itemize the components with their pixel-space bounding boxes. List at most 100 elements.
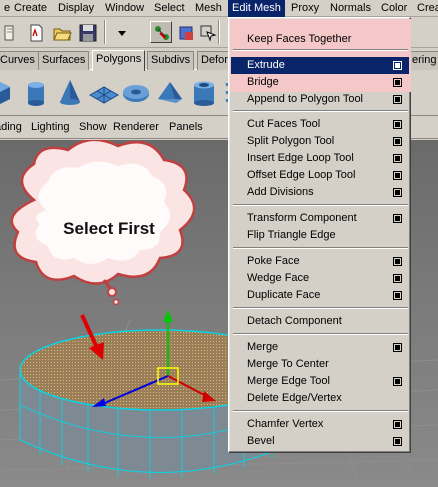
menu-item-wedge-face[interactable]: Wedge Face [231,270,409,287]
option-box-icon[interactable] [393,274,402,283]
menu-item-poke-face[interactable]: Poke Face [231,253,409,270]
poly-torus-icon[interactable] [120,77,152,109]
edit-mesh-menu: Keep Faces Together Extrude Bridge Append t… [228,17,411,453]
option-box-icon[interactable] [393,437,402,446]
menu-item-label: Delete Edge/Vertex [247,392,342,404]
select-by-component-icon[interactable] [196,21,218,43]
option-box-icon[interactable] [393,137,402,146]
panel-menu-renderer[interactable]: Renderer [113,121,159,133]
poly-prism-icon[interactable] [154,77,186,109]
option-box-icon[interactable] [393,214,402,223]
menu-item-append-to-polygon-tool[interactable]: Append to Polygon Tool [231,91,409,108]
option-box-icon[interactable] [393,343,402,352]
menu-item-add-divisions[interactable]: Add Divisions [231,184,409,201]
menu-separator [233,49,408,51]
select-by-hierarchy-icon[interactable] [150,21,172,43]
menu-item-label: Offset Edge Loop Tool [247,169,356,181]
menu-color[interactable]: Color [381,0,407,17]
menu-item-offset-edge-loop-tool[interactable]: Offset Edge Loop Tool [231,167,409,184]
menu-item-keep-faces-together[interactable]: Keep Faces Together [231,31,409,48]
menu-item-label: Detach Component [247,315,342,327]
menu-item-cut-faces-tool[interactable]: Cut Faces Tool [231,116,409,133]
menu-item-merge[interactable]: Merge [231,339,409,356]
menu-mesh[interactable]: Mesh [195,0,222,17]
menu-item-label: Flip Triangle Edge [247,229,336,241]
option-box-icon[interactable] [393,120,402,129]
save-scene-icon[interactable] [76,21,98,43]
option-box-icon[interactable] [393,78,402,87]
menu-item-insert-edge-loop-tool[interactable]: Insert Edge Loop Tool [231,150,409,167]
option-box-icon[interactable] [393,154,402,163]
menu-item-flip-triangle-edge[interactable]: Flip Triangle Edge [231,227,409,244]
menu-normals[interactable]: Normals [330,0,371,17]
menu-item-label: Duplicate Face [247,289,321,301]
menu-item-label: Append to Polygon Tool [247,93,363,105]
menu-display[interactable]: Display [58,0,94,17]
menu-window[interactable]: Window [105,0,144,17]
menu-item-label: Insert Edge Loop Tool [247,152,354,164]
poly-cube-icon[interactable] [0,77,18,109]
menu-edit-mesh[interactable]: Edit Mesh [228,0,285,17]
poly-cone-icon[interactable] [54,77,86,109]
menu-item-label: Bevel [247,435,275,447]
menu-create-uv[interactable]: Crea [417,0,438,17]
menu-item-extrude[interactable]: Extrude [231,57,409,74]
tab-surfaces[interactable]: Surfaces [38,51,90,70]
menu-item-bridge[interactable]: Bridge [231,74,409,91]
poly-cylinder-icon[interactable] [20,77,52,109]
menu-separator [233,333,408,335]
option-box-icon[interactable] [393,420,402,429]
menu-item-label: Cut Faces Tool [247,118,321,130]
menu-item-label: Bridge [247,76,279,88]
toolbar-separator [104,20,106,44]
tab-deformation[interactable]: Defor [197,51,232,70]
callout-text: Select First [63,219,155,238]
tab-subdivs[interactable]: Subdivs [147,51,195,70]
menu-item-transform-component[interactable]: Transform Component [231,210,409,227]
tab-curves[interactable]: Curves [0,51,39,70]
menu-item-delete-edge-vertex[interactable]: Delete Edge/Vertex [231,390,409,407]
option-box-icon[interactable] [393,95,402,104]
menu-item-label: Add Divisions [247,186,314,198]
option-box-icon[interactable] [393,377,402,386]
menu-item-label: Extrude [247,59,285,71]
new-scene-icon[interactable] [24,21,46,43]
menu-item-split-polygon-tool[interactable]: Split Polygon Tool [231,133,409,150]
option-box-icon[interactable] [393,291,402,300]
menu-item-bevel[interactable]: Bevel [231,433,409,450]
poly-pipe-icon[interactable] [188,77,220,109]
script-icon[interactable] [0,21,16,43]
menu-e[interactable]: e [4,0,10,17]
panel-menu-shading[interactable]: ading [0,121,22,133]
tab-rendering[interactable]: ering [408,51,438,70]
menu-item-merge-to-center[interactable]: Merge To Center [231,356,409,373]
menu-item-merge-edge-tool[interactable]: Merge Edge Tool [231,373,409,390]
poly-plane-icon[interactable] [88,77,120,109]
tab-polygons[interactable]: Polygons [92,50,146,71]
open-scene-icon[interactable] [50,21,72,43]
menu-item-detach-component[interactable]: Detach Component [231,313,409,330]
option-box-icon[interactable] [393,61,402,70]
option-box-icon[interactable] [393,171,402,180]
menu-item-label: Merge Edge Tool [247,375,330,387]
menu-item-duplicate-face[interactable]: Duplicate Face [231,287,409,304]
option-box-icon[interactable] [393,257,402,266]
toolbar-separator [218,20,220,44]
select-by-object-icon[interactable] [174,21,196,43]
menu-proxy[interactable]: Proxy [291,0,319,17]
menu-item-label: Keep Faces Together [247,33,352,45]
menu-separator [233,247,408,249]
menu-item-label: Split Polygon Tool [247,135,335,147]
panel-menu-show[interactable]: Show [79,121,107,133]
menu-item-chamfer-vertex[interactable]: Chamfer Vertex [231,416,409,433]
menu-separator [233,410,408,412]
menu-separator [233,307,408,309]
menu-create[interactable]: Create [14,0,47,17]
panel-menu-lighting[interactable]: Lighting [31,121,70,133]
panel-menu-panels[interactable]: Panels [169,121,203,133]
menu-separator [233,110,408,112]
selection-mask-dropdown-icon[interactable] [110,21,132,43]
option-box-icon[interactable] [393,188,402,197]
menu-select[interactable]: Select [154,0,185,17]
menu-separator [233,204,408,206]
